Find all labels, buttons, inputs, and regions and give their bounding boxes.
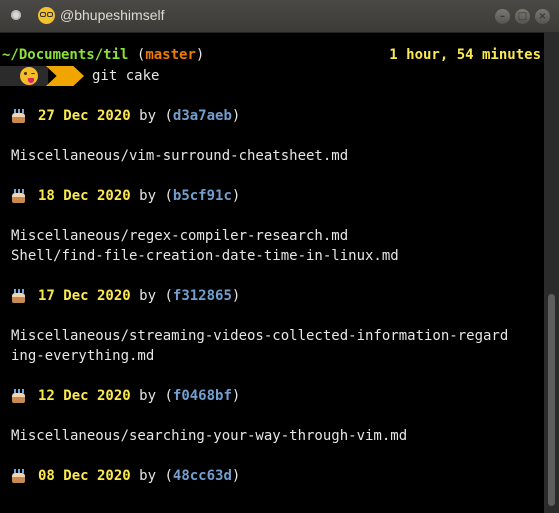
commit-hash[interactable]: d3a7aeb (173, 108, 232, 124)
birthday-cake-icon (11, 469, 26, 483)
commit-file: Miscellaneous/vim-surround-cheatsheet.md (11, 148, 349, 164)
commit-file: Miscellaneous/searching-your-way-through… (11, 428, 408, 444)
minimize-button[interactable]: – (495, 9, 510, 24)
commit-date: 12 Dec 2020 (38, 388, 131, 404)
prompt-path: ~/Documents/til (2, 47, 129, 63)
commit-by-label: by (139, 108, 157, 124)
close-button[interactable]: × (535, 9, 550, 24)
commit-by-label: by (139, 188, 157, 204)
powerline-arrow-icon (46, 66, 84, 86)
elapsed-time: 1 hour, 54 minutes (389, 47, 541, 63)
commit-date: 17 Dec 2020 (38, 288, 131, 304)
commit-file: Miscellaneous/regex-compiler-research.md (11, 228, 349, 244)
commit-date: 08 Dec 2020 (38, 468, 131, 484)
commit-date: 18 Dec 2020 (38, 188, 131, 204)
commit-by-label: by (139, 468, 157, 484)
commit-file: Shell/find-file-creation-date-time-in-li… (11, 248, 399, 264)
commit-header: 12 Dec 2020 by (f0468bf) (38, 388, 241, 404)
commit-hash[interactable]: f0468bf (173, 388, 232, 404)
commit-hash[interactable]: b5cf91c (173, 188, 232, 204)
birthday-cake-icon (11, 289, 26, 303)
commit-hash[interactable]: 48cc63d (173, 468, 232, 484)
birthday-cake-icon (11, 109, 26, 123)
commit-header: 08 Dec 2020 by (48cc63d) (38, 468, 241, 484)
typed-command: git cake (92, 68, 160, 84)
nerd-face-emoji-icon (38, 7, 55, 24)
terminal-output[interactable]: ~/Documents/til (master) 1 hour, 54 minu… (0, 32, 544, 513)
birthday-cake-icon (11, 389, 26, 403)
commit-date: 27 Dec 2020 (38, 108, 131, 124)
maximize-button[interactable]: □ (515, 9, 530, 24)
scrollbar[interactable] (544, 32, 559, 513)
birthday-cake-icon (11, 189, 26, 203)
commit-file: Miscellaneous/streaming-videos-collected… (11, 328, 509, 344)
commit-hash[interactable]: f312865 (173, 288, 232, 304)
commit-by-label: by (139, 388, 157, 404)
commit-header: 17 Dec 2020 by (f312865) (38, 288, 241, 304)
title-bar[interactable]: @bhupeshimself – □ × (0, 0, 559, 33)
commit-header: 27 Dec 2020 by (d3a7aeb) (38, 108, 241, 124)
git-branch: master (145, 47, 196, 63)
window-title: @bhupeshimself (60, 7, 165, 23)
terminal-icon[interactable] (11, 10, 21, 20)
commit-file: ing-everything.md (11, 348, 155, 364)
scrollbar-thumb[interactable] (548, 294, 555, 506)
commit-by-label: by (139, 288, 157, 304)
commit-header: 18 Dec 2020 by (b5cf91c) (38, 188, 241, 204)
prompt-line: ~/Documents/til (master) (2, 47, 205, 63)
winking-tongue-face-emoji-icon (20, 67, 38, 85)
terminal-window: @bhupeshimself – □ × ~/Documents/til (ma… (0, 0, 559, 513)
